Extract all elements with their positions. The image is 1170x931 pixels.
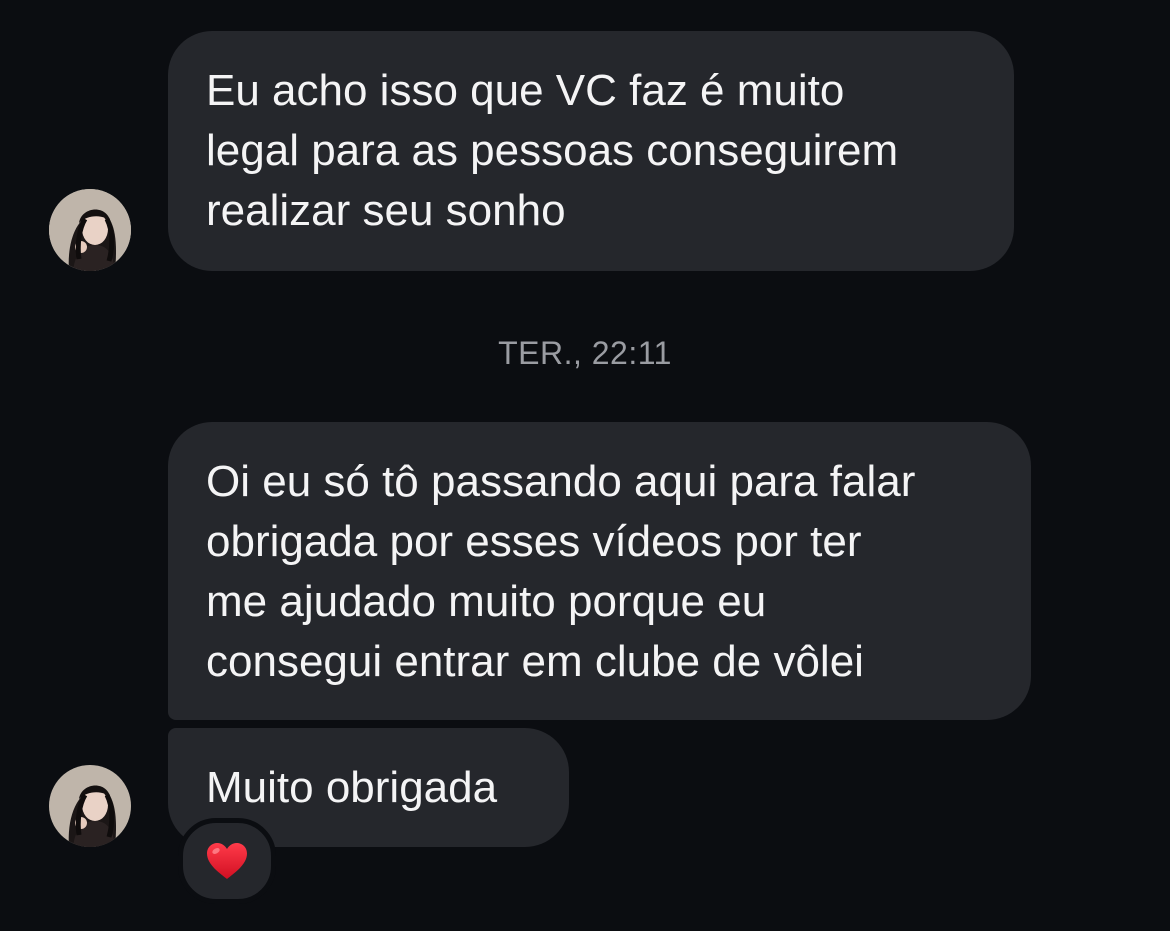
message-reaction[interactable] [178, 818, 276, 904]
sender-avatar[interactable] [49, 189, 131, 271]
message-text-line: me ajudado muito porque eu [206, 577, 767, 626]
message-text-line: legal para as pessoas conseguirem [206, 126, 899, 175]
sender-avatar[interactable] [49, 765, 131, 847]
red-heart-icon [207, 843, 247, 879]
avatar-photo-icon [49, 765, 131, 847]
message-text-line: realizar seu sonho [206, 186, 566, 235]
message-thread: Eu acho isso que VC faz é muito legal pa… [0, 0, 1170, 931]
message-text-line: Eu acho isso que VC faz é muito [206, 66, 845, 115]
avatar-photo-icon [49, 189, 131, 271]
message-text-line: Muito obrigada [206, 763, 498, 812]
message-text-line: consegui entrar em clube de vôlei [206, 637, 864, 686]
message-text-line: Oi eu só tô passando aqui para falar [206, 457, 916, 506]
message-text-line: obrigada por esses vídeos por ter [206, 517, 862, 566]
message-bubble-received[interactable]: Oi eu só tô passando aqui para falar obr… [168, 422, 1031, 720]
message-bubble-received[interactable]: Eu acho isso que VC faz é muito legal pa… [168, 31, 1014, 271]
conversation-timestamp: TER., 22:11 [498, 335, 672, 371]
